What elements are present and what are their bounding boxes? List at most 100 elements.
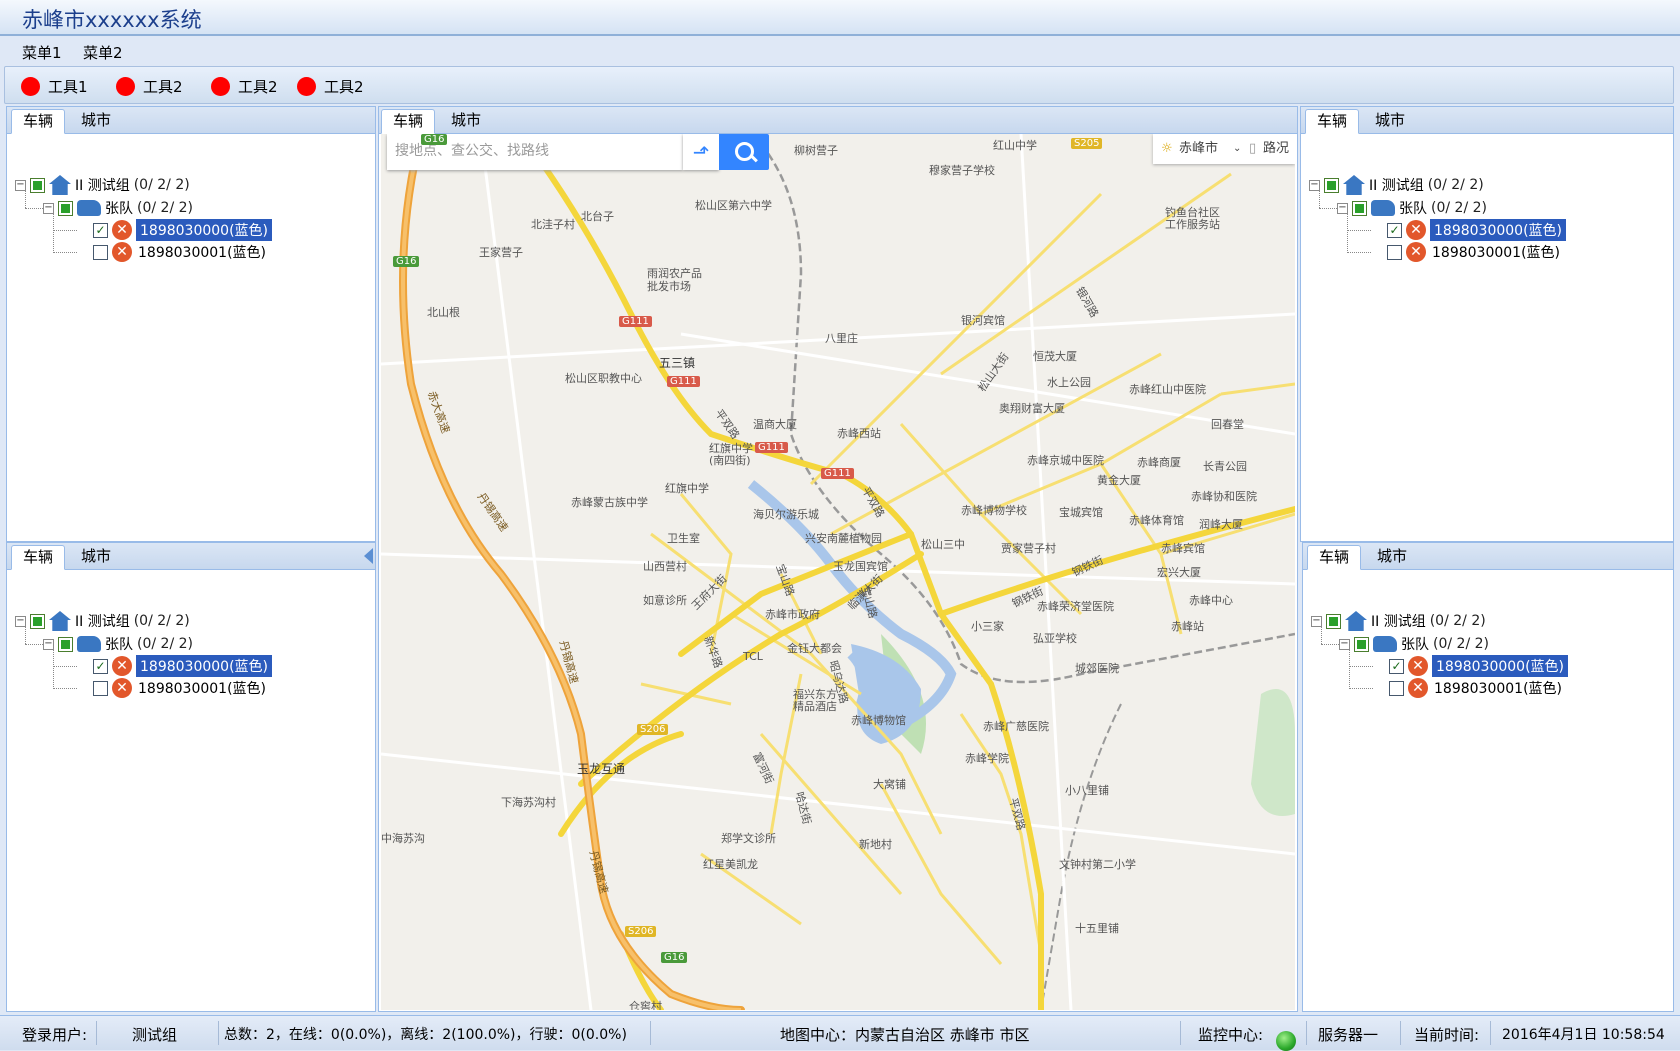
- search-button[interactable]: [719, 134, 769, 170]
- collapse-icon[interactable]: −: [43, 202, 54, 214]
- vehicle-label-selected[interactable]: 1898030000(蓝色): [136, 655, 272, 677]
- group-checkbox[interactable]: [30, 613, 45, 629]
- tree-node-vehicle[interactable]: ✕ 1898030001(蓝色): [93, 241, 268, 263]
- tab-vehicles[interactable]: 车辆: [11, 109, 65, 134]
- traffic-icon: ▯: [1249, 141, 1257, 156]
- map-label: 赤峰学院: [965, 752, 1009, 765]
- tree-node-group[interactable]: − II 测试组 (0/ 2/ 2): [1311, 610, 1486, 632]
- tree-node-vehicle[interactable]: ✕ 1898030001(蓝色): [93, 677, 268, 699]
- vehicle-checkbox-checked[interactable]: ✓: [1389, 658, 1404, 674]
- tree-node-vehicle[interactable]: ✕ 1898030001(蓝色): [1387, 241, 1562, 263]
- road-shield: G16: [393, 256, 420, 267]
- tab-vehicles[interactable]: 车辆: [1305, 109, 1359, 134]
- group-count: (0/ 2/ 2): [133, 177, 190, 193]
- tree-node-team[interactable]: − 张队 (0/ 2/ 2): [43, 633, 193, 655]
- title-bar: 赤峰市xxxxxx系统: [0, 0, 1680, 36]
- city-selector[interactable]: 赤峰市: [1179, 134, 1218, 164]
- team-count: (0/ 2/ 2): [137, 200, 193, 216]
- route-icon[interactable]: ⬏: [683, 134, 719, 170]
- tree-node-vehicle[interactable]: ✓ ✕ 1898030000(蓝色): [93, 655, 272, 677]
- collapse-icon[interactable]: −: [1311, 615, 1322, 627]
- vehicle-label-selected[interactable]: 1898030000(蓝色): [1432, 655, 1568, 677]
- team-checkbox[interactable]: [1352, 200, 1367, 216]
- tab-vehicles[interactable]: 车辆: [11, 545, 65, 570]
- road-shield: G111: [755, 442, 788, 453]
- collapse-icon[interactable]: −: [1309, 179, 1320, 191]
- vehicle-group-icon: [77, 200, 101, 216]
- offline-icon: ✕: [1406, 220, 1426, 240]
- vehicle-checkbox[interactable]: [1389, 680, 1404, 696]
- vehicle-label-selected[interactable]: 1898030000(蓝色): [1430, 219, 1566, 241]
- collapse-left-icon[interactable]: [364, 548, 373, 564]
- tree-node-team[interactable]: − 张队 (0/ 2/ 2): [1337, 197, 1487, 219]
- vehicle-label[interactable]: 1898030001(蓝色): [136, 241, 268, 263]
- tab-vehicles[interactable]: 车辆: [1307, 545, 1361, 570]
- tool-4-button[interactable]: 工具2: [297, 75, 364, 97]
- current-time-value: 2016年4月1日 10:58:54: [1502, 1027, 1665, 1043]
- vehicle-checkbox-checked[interactable]: ✓: [93, 658, 108, 674]
- tree-node-team[interactable]: − 张队 (0/ 2/ 2): [43, 197, 193, 219]
- collapse-icon[interactable]: −: [15, 615, 26, 627]
- tree-node-vehicle[interactable]: ✕ 1898030001(蓝色): [1389, 677, 1564, 699]
- tree-node-group[interactable]: − II 测试组 (0/ 2/ 2): [15, 174, 190, 196]
- tab-vehicles[interactable]: 车辆: [381, 109, 435, 134]
- menu-item-2[interactable]: 菜单2: [83, 42, 123, 63]
- team-name: 张队: [105, 201, 133, 217]
- map-label: 红山中学: [993, 139, 1037, 152]
- tool-1-label: 工具1: [48, 77, 88, 96]
- red-dot-icon: [211, 76, 230, 96]
- vehicle-checkbox[interactable]: [1387, 244, 1402, 260]
- tab-cities[interactable]: 城市: [439, 109, 493, 134]
- vehicle-label[interactable]: 1898030001(蓝色): [1432, 677, 1564, 699]
- team-name: 张队: [105, 637, 133, 653]
- red-dot-icon: [297, 76, 316, 96]
- login-user-value: 测试组: [132, 1026, 178, 1044]
- group-checkbox[interactable]: [30, 177, 45, 193]
- team-checkbox[interactable]: [1354, 636, 1369, 652]
- map-canvas[interactable]: 搜地点、查公交、找路线 ⬏ ☼ 赤峰市 ⌄ ▯ 路况 柳树营子 红山中学 穆家营…: [381, 134, 1295, 1010]
- tree-node-group[interactable]: − II 测试组 (0/ 2/ 2): [15, 610, 190, 632]
- group-name: II 测试组: [75, 614, 130, 630]
- vehicle-tree: − II 测试组 (0/ 2/ 2) − 张队 (0/ 2/ 2) ✓ ✕ 18…: [7, 134, 375, 541]
- group-icon: [49, 175, 71, 195]
- vehicle-checkbox[interactable]: [93, 680, 108, 696]
- traffic-toggle[interactable]: 路况: [1263, 134, 1289, 164]
- map-label: 松山三中: [921, 538, 965, 551]
- group-checkbox[interactable]: [1324, 177, 1339, 193]
- tab-cities[interactable]: 城市: [69, 109, 123, 134]
- tool-4-label: 工具2: [324, 77, 364, 96]
- collapse-icon[interactable]: −: [43, 638, 54, 650]
- tree-node-vehicle[interactable]: ✓ ✕ 1898030000(蓝色): [1389, 655, 1568, 677]
- tree-node-team[interactable]: − 张队 (0/ 2/ 2): [1339, 633, 1489, 655]
- collapse-icon[interactable]: −: [1337, 202, 1348, 214]
- vehicle-checkbox[interactable]: [93, 244, 108, 260]
- team-checkbox[interactable]: [58, 636, 73, 652]
- tab-cities[interactable]: 城市: [69, 545, 123, 570]
- chevron-down-icon: ⌄: [1233, 143, 1242, 154]
- tab-cities[interactable]: 城市: [1365, 545, 1419, 570]
- collapse-icon[interactable]: −: [1339, 638, 1350, 650]
- vehicle-label-selected[interactable]: 1898030000(蓝色): [136, 219, 272, 241]
- tree-node-vehicle[interactable]: ✓ ✕ 1898030000(蓝色): [93, 219, 272, 241]
- collapse-icon[interactable]: −: [15, 179, 26, 191]
- tree-node-vehicle[interactable]: ✓ ✕ 1898030000(蓝色): [1387, 219, 1566, 241]
- group-icon: [1343, 175, 1365, 195]
- tab-cities[interactable]: 城市: [1363, 109, 1417, 134]
- offline-icon: ✕: [1408, 678, 1428, 698]
- tool-2-button[interactable]: 工具2: [116, 75, 183, 97]
- map-label: 弘亚学校: [1033, 632, 1077, 645]
- map-label: 赤峰京城中医院: [1027, 454, 1104, 467]
- vehicle-label[interactable]: 1898030001(蓝色): [136, 677, 268, 699]
- vehicle-label[interactable]: 1898030001(蓝色): [1430, 241, 1562, 263]
- map-label: 王家营子: [479, 246, 523, 259]
- tool-3-button[interactable]: 工具2: [211, 75, 278, 97]
- team-checkbox[interactable]: [58, 200, 73, 216]
- tree-node-group[interactable]: − II 测试组 (0/ 2/ 2): [1309, 174, 1484, 196]
- map-label: 赤峰宾馆: [1161, 542, 1205, 555]
- group-checkbox[interactable]: [1326, 613, 1341, 629]
- map-label: 下海苏沟村: [501, 796, 556, 809]
- tool-1-button[interactable]: 工具1: [21, 75, 88, 97]
- vehicle-checkbox-checked[interactable]: ✓: [1387, 222, 1402, 238]
- menu-item-1[interactable]: 菜单1: [22, 42, 62, 63]
- vehicle-checkbox-checked[interactable]: ✓: [93, 222, 108, 238]
